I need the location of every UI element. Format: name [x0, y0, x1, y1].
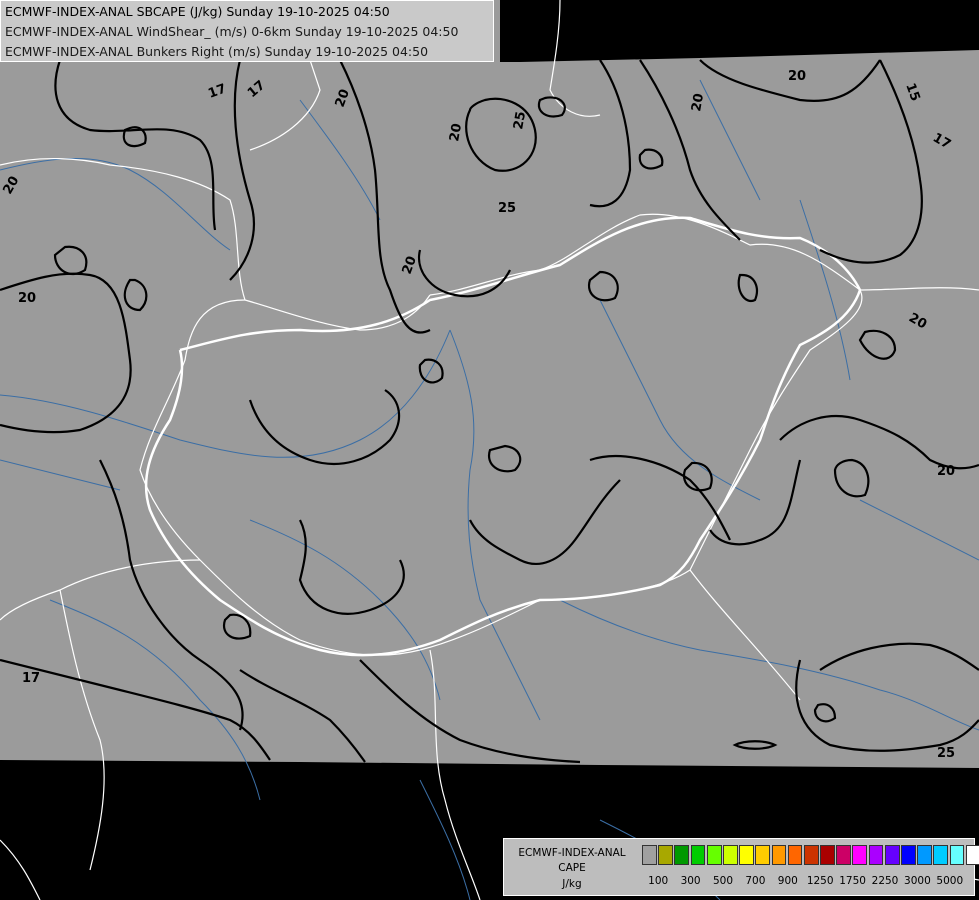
- legend-swatch: [658, 845, 673, 865]
- legend-swatch: [771, 845, 787, 865]
- legend-tick-label: 3000: [904, 875, 931, 887]
- legend-swatch: [836, 845, 852, 865]
- legend-tick-label: 500: [712, 875, 734, 887]
- header-line-bunkers: ECMWF-INDEX-ANAL Bunkers Right (m/s) Sun…: [5, 44, 429, 59]
- legend-title-variable: CAPE: [558, 862, 586, 874]
- cape-legend: ECMWF-INDEX-ANAL CAPE J/kg 100 300 500 700 9…: [503, 838, 979, 896]
- legend-tick-label: 700: [745, 875, 766, 887]
- legend-swatch: [690, 845, 706, 865]
- legend-tick-label: 2250: [871, 875, 899, 887]
- legend-tick-label: 5000: [936, 875, 964, 887]
- contour-label: 25: [511, 110, 529, 130]
- contour-label: 20: [18, 291, 36, 306]
- legend-swatch: [706, 845, 722, 865]
- legend-title-unit: J/kg: [562, 878, 582, 890]
- legend-swatch: [949, 845, 965, 865]
- analysis-domain: [0, 0, 979, 768]
- legend-tick-label: 900: [777, 875, 798, 887]
- legend-swatch: [674, 845, 690, 865]
- legend-swatch: [901, 845, 916, 865]
- legend-swatch: [852, 845, 868, 865]
- legend-swatch: [739, 845, 754, 865]
- legend-title-model: ECMWF-INDEX-ANAL: [518, 847, 626, 859]
- contour-label: 20: [788, 69, 806, 84]
- weather-map: 17 17 20 25 20 20 25 20 20 15 17 20 20 2…: [0, 0, 979, 900]
- contour-label: 20: [937, 464, 955, 479]
- contour-label: 17: [22, 671, 40, 686]
- legend-swatch: [933, 845, 949, 865]
- legend-swatches: [642, 845, 979, 865]
- legend-tick-label: 1250: [806, 875, 834, 887]
- header-line-sbcape: ECMWF-INDEX-ANAL SBCAPE (J/kg) Sunday 19…: [5, 4, 390, 19]
- legend-tick-label: 1750: [839, 875, 866, 887]
- header-info-box: ECMWF-INDEX-ANAL SBCAPE (J/kg) Sunday 19…: [0, 0, 494, 62]
- legend-swatch: [884, 845, 900, 865]
- legend-swatch: [642, 845, 657, 865]
- legend-swatch: [965, 845, 979, 865]
- legend-tick-label: 300: [680, 875, 701, 887]
- contour-label: 25: [498, 201, 516, 216]
- legend-swatch: [917, 845, 932, 865]
- legend-tick-label: 100: [648, 875, 669, 887]
- legend-swatch: [722, 845, 738, 865]
- legend-swatch: [755, 845, 771, 865]
- legend-swatch: [803, 845, 819, 865]
- contour-label: 20: [689, 92, 707, 112]
- contour-label: 25: [937, 746, 955, 761]
- legend-swatch: [787, 845, 803, 865]
- legend-swatch: [868, 845, 884, 865]
- contour-label: 20: [447, 122, 465, 142]
- header-line-windshear: ECMWF-INDEX-ANAL WindShear_ (m/s) 0-6km …: [5, 24, 459, 39]
- legend-swatch: [820, 845, 835, 865]
